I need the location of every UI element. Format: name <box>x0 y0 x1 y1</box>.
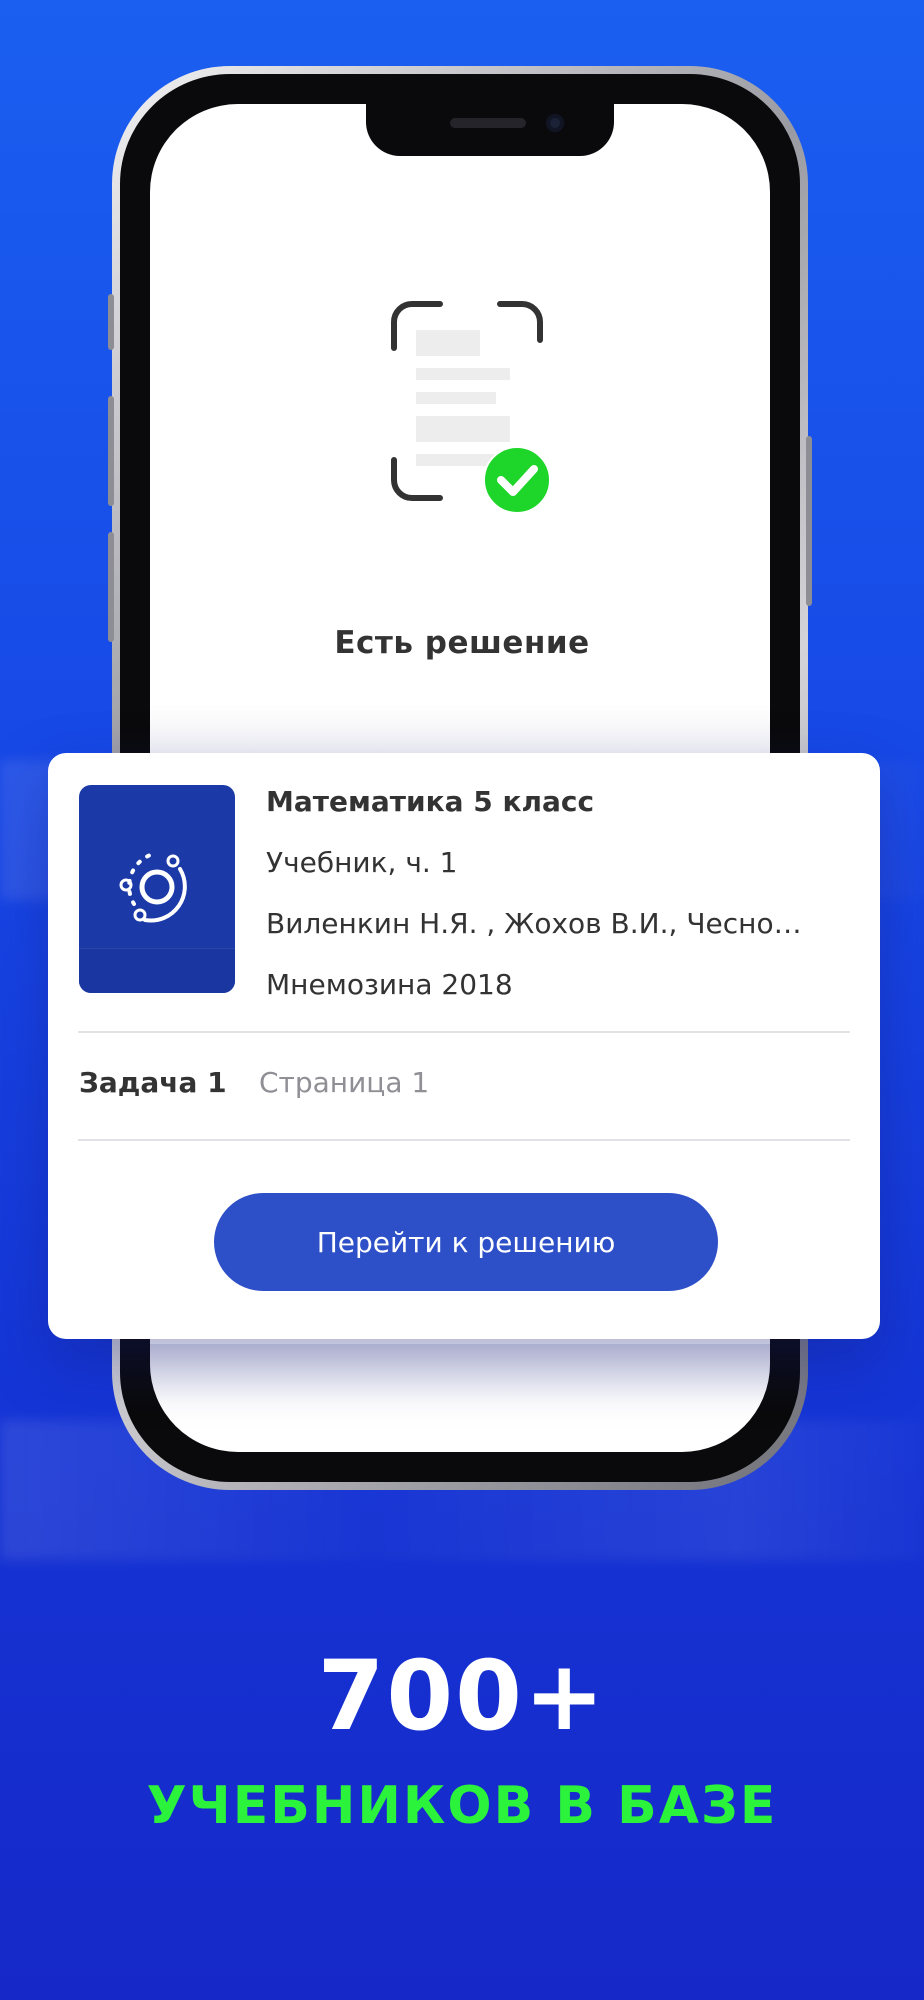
book-publisher: Мнемозина 2018 <box>266 968 513 1001</box>
divider <box>78 1031 850 1033</box>
task-number: Задача 1 <box>79 1066 227 1099</box>
book-title: Математика 5 класс <box>266 785 595 818</box>
screen-shade <box>150 1344 770 1404</box>
book-type: Учебник, ч. 1 <box>266 846 458 879</box>
result-status-title: Есть решение <box>334 625 590 661</box>
promo-subline: УЧЕБНИКОВ В БАЗЕ <box>146 1776 778 1836</box>
camera-icon <box>546 114 564 132</box>
orbit-logo-icon <box>119 851 187 923</box>
divider <box>78 1139 850 1141</box>
book-authors: Виленкин Н.Я. , Жохов В.И., Чесно… <box>266 907 802 940</box>
textbook-result-card: Математика 5 класс Учебник, ч. 1 Виленки… <box>48 753 880 1339</box>
go-to-solution-button[interactable]: Перейти к решению <box>214 1193 718 1291</box>
document-scan-icon <box>391 301 550 514</box>
phone-side-button <box>806 436 812 606</box>
phone-side-button <box>108 294 114 350</box>
check-circle-icon <box>483 446 550 514</box>
promo-headline: 700+ <box>317 1640 607 1752</box>
phone-notch <box>366 104 614 156</box>
book-cover[interactable] <box>79 785 235 993</box>
page-number: Страница 1 <box>259 1066 430 1099</box>
speaker-grille <box>450 118 526 128</box>
phone-side-button <box>108 396 114 506</box>
book-cover-band <box>79 948 235 993</box>
